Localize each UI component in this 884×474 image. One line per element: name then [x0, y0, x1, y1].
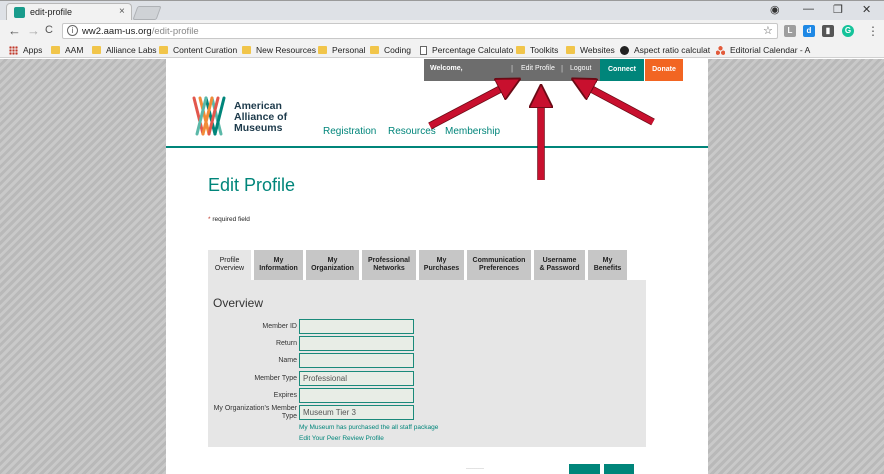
logout-link[interactable]: Logout	[570, 65, 591, 72]
forward-arrow-icon[interactable]: →	[27, 23, 40, 38]
browser-toolbar: ← → C i ww2.aam-us.org/edit-profile ☆ L …	[0, 20, 884, 42]
folder-icon	[159, 46, 168, 54]
donate-button[interactable]: Donate	[645, 59, 683, 81]
nav-resources[interactable]: Resources	[388, 126, 436, 137]
aam-logo-text[interactable]: American Alliance of Museums	[234, 101, 287, 134]
bookmark-aam[interactable]: AAM	[51, 44, 83, 56]
separator: |	[561, 64, 564, 73]
name-field[interactable]	[299, 353, 414, 368]
folder-icon	[318, 46, 327, 54]
folder-icon	[516, 46, 525, 54]
apps-grid-icon	[9, 45, 18, 55]
return-field[interactable]	[299, 336, 414, 351]
expires-label: Expires	[273, 392, 297, 399]
tab-my-organization[interactable]: My Organization	[306, 250, 359, 280]
return-label: Return	[275, 340, 297, 347]
cancel-button[interactable]	[604, 464, 634, 474]
nav-registration[interactable]: Registration	[323, 126, 376, 137]
org-member-type-label: My Organization's Member Type	[213, 405, 297, 420]
bookmark-new-resources[interactable]: New Resources	[242, 44, 316, 56]
site-favicon-icon	[14, 7, 25, 18]
member-type-label: Member Type	[254, 375, 297, 382]
grammarly-icon[interactable]: G	[842, 25, 854, 37]
browser-menu-icon[interactable]: ⋮	[867, 24, 879, 38]
profile-icon[interactable]: ◉	[770, 3, 780, 16]
member-type-field[interactable]: Professional	[299, 371, 414, 386]
welcome-text: Welcome,	[430, 65, 463, 72]
tab-my-information[interactable]: My Information	[254, 250, 303, 280]
save-button[interactable]	[569, 464, 600, 474]
bookmark-content-curation[interactable]: Content Curation	[159, 44, 237, 56]
folder-icon	[370, 46, 379, 54]
site-icon	[620, 45, 629, 55]
reload-icon[interactable]: C	[45, 24, 53, 36]
browser-tab-active[interactable]: edit-profile ×	[6, 3, 132, 21]
tab-communication-preferences[interactable]: Communication Preferences	[467, 250, 531, 280]
page-viewport: Welcome, | Edit Profile | Logout Connect…	[0, 59, 884, 474]
bookmark-toolkits[interactable]: Toolkits	[516, 44, 558, 56]
address-url: ww2.aam-us.org/edit-profile	[82, 26, 199, 37]
overview-panel: Overview Member ID Return Name Member Ty…	[208, 280, 646, 447]
folder-icon	[92, 46, 101, 54]
tab-my-purchases[interactable]: My Purchases	[419, 250, 464, 280]
connect-button[interactable]: Connect	[600, 59, 644, 81]
header-divider	[166, 146, 708, 148]
expires-field[interactable]	[299, 388, 414, 403]
overview-title: Overview	[213, 296, 264, 310]
close-window-button[interactable]: ✕	[862, 3, 871, 16]
required-field-note: * required field	[208, 216, 250, 223]
tab-username-password[interactable]: Username & Password	[534, 250, 585, 280]
ext-l-icon[interactable]: L	[784, 25, 796, 37]
folder-icon	[51, 46, 60, 54]
page-title: Edit Profile	[208, 175, 296, 195]
maximize-window-button[interactable]: ❐	[833, 3, 843, 16]
tab-profile-overview[interactable]: Profile Overview	[208, 250, 251, 280]
browser-tab-title: edit-profile	[30, 7, 73, 17]
page-content: Welcome, | Edit Profile | Logout Connect…	[166, 59, 708, 474]
browser-tabstrip: edit-profile × ◉ — ❐ ✕	[0, 0, 884, 21]
org-member-type-field[interactable]: Museum Tier 3	[299, 405, 414, 420]
account-bar: Welcome, | Edit Profile | Logout	[424, 59, 600, 81]
bookmark-aspect-ratio[interactable]: Aspect ratio calculat	[620, 44, 710, 56]
back-arrow-icon[interactable]: ←	[8, 23, 21, 38]
minimize-window-button[interactable]: —	[803, 3, 814, 15]
bookmark-personal[interactable]: Personal	[318, 44, 366, 56]
close-tab-icon[interactable]: ×	[119, 6, 125, 17]
ext-bookmark-icon[interactable]: ▮	[822, 25, 834, 37]
ext-d-icon[interactable]: d	[803, 25, 815, 37]
nav-membership[interactable]: Membership	[445, 126, 500, 137]
name-label: Name	[278, 357, 297, 364]
address-bar[interactable]: i ww2.aam-us.org/edit-profile ☆	[62, 23, 778, 39]
folder-icon	[566, 46, 575, 54]
bookmark-apps[interactable]: Apps	[9, 44, 42, 56]
site-info-icon[interactable]: i	[67, 25, 78, 36]
bookmarks-bar: Apps AAM Alliance Labs Content Curation …	[0, 42, 884, 58]
bookmark-editorial-calendar[interactable]: Editorial Calendar - A	[716, 44, 810, 56]
edit-profile-link[interactable]: Edit Profile	[521, 65, 555, 72]
bottom-note: ·········	[466, 466, 484, 472]
bookmark-star-icon[interactable]: ☆	[763, 24, 773, 37]
separator: |	[511, 64, 514, 73]
tab-professional-networks[interactable]: Professional Networks	[362, 250, 416, 280]
bookmark-alliance-labs[interactable]: Alliance Labs	[92, 44, 157, 56]
member-id-field[interactable]	[299, 319, 414, 334]
bookmark-websites[interactable]: Websites	[566, 44, 615, 56]
peer-review-profile-link[interactable]: Edit Your Peer Review Profile	[299, 435, 384, 442]
member-id-label: Member ID	[262, 323, 297, 330]
bookmark-percentage-calculator[interactable]: Percentage Calculato	[420, 44, 513, 56]
aam-logo-icon[interactable]	[191, 94, 227, 138]
document-icon	[420, 45, 427, 55]
asana-icon	[716, 45, 725, 55]
folder-icon	[242, 46, 251, 54]
new-tab-button[interactable]	[132, 6, 162, 20]
tab-my-benefits[interactable]: My Benefits	[588, 250, 627, 280]
bookmark-coding[interactable]: Coding	[370, 44, 411, 56]
all-staff-package-link[interactable]: My Museum has purchased the all staff pa…	[299, 424, 438, 431]
